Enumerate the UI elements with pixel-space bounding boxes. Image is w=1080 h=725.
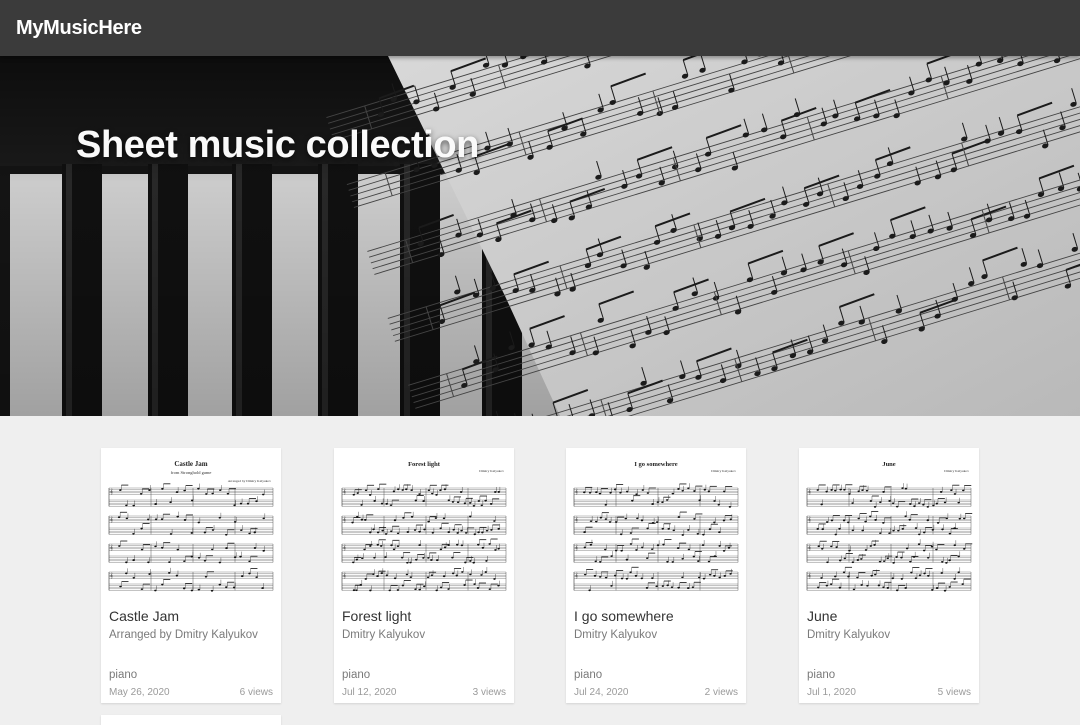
card-title[interactable]: Castle Jam	[109, 608, 179, 624]
card-instrument-tag[interactable]: piano	[109, 669, 137, 681]
svg-text:𝄞: 𝄞	[110, 572, 113, 579]
sheet-title-text: June	[882, 461, 895, 468]
top-app-bar: MyMusicHere	[0, 0, 1080, 56]
svg-text:𝄞: 𝄞	[343, 572, 346, 579]
sheet-title-text: Forest light	[408, 461, 441, 468]
sheet-card-next-row[interactable]	[101, 715, 281, 725]
brand-logo-text[interactable]: MyMusicHere	[16, 17, 142, 40]
sheet-thumbnail[interactable]: Castle Jam from Stronghold game Arranged…	[101, 448, 281, 606]
svg-text:𝄞: 𝄞	[343, 488, 346, 495]
card-date: Jul 1, 2020	[807, 687, 856, 698]
sheet-title-text: Castle Jam	[174, 460, 207, 468]
svg-text:𝄞: 𝄞	[343, 516, 346, 523]
svg-text:𝄞: 𝄞	[575, 544, 578, 551]
card-title[interactable]: I go somewhere	[574, 608, 674, 624]
page-title: Sheet music collection	[76, 124, 479, 167]
card-views: 5 views	[938, 687, 971, 698]
sheet-thumbnail[interactable]: June Dmitry Kalyukov 𝄞 𝄞 𝄞 𝄞	[799, 448, 979, 606]
svg-text:𝄞: 𝄞	[808, 572, 811, 579]
card-title[interactable]: Forest light	[342, 608, 411, 624]
card-title[interactable]: June	[807, 608, 837, 624]
svg-text:𝄞: 𝄞	[575, 572, 578, 579]
sheet-thumbnail[interactable]: Forest light Dmitry Kalyukov 𝄞 𝄞 𝄞 𝄞	[334, 448, 514, 606]
card-views: 2 views	[705, 687, 738, 698]
sheet-card-i-go-somewhere[interactable]: I go somewhere Dmitry Kalyukov 𝄞 𝄞 𝄞 𝄞 I go…	[566, 448, 746, 703]
card-instrument-tag[interactable]: piano	[342, 669, 370, 681]
sheet-subtitle-text: from Stronghold game	[171, 470, 212, 475]
hero-piano-sheet-image	[0, 56, 1080, 416]
svg-text:𝄞: 𝄞	[343, 544, 346, 551]
card-date: Jul 24, 2020	[574, 687, 629, 698]
card-views: 6 views	[240, 687, 273, 698]
svg-text:𝄞: 𝄞	[110, 516, 113, 523]
svg-text:𝄞: 𝄞	[808, 516, 811, 523]
card-instrument-tag[interactable]: piano	[807, 669, 835, 681]
card-author: Arranged by Dmitry Kalyukov	[109, 629, 258, 641]
sheet-card-forest-light[interactable]: Forest light Dmitry Kalyukov 𝄞 𝄞 𝄞 𝄞 Forest…	[334, 448, 514, 703]
card-date: May 26, 2020	[109, 687, 170, 698]
sheet-credit-text: Dmitry Kalyukov	[944, 469, 969, 473]
svg-text:𝄞: 𝄞	[575, 488, 578, 495]
svg-text:𝄞: 𝄞	[808, 544, 811, 551]
sheet-card-june[interactable]: June Dmitry Kalyukov 𝄞 𝄞 𝄞 𝄞 June Dmitry Ka…	[799, 448, 979, 703]
svg-text:𝄞: 𝄞	[808, 488, 811, 495]
sheet-title-text: I go somewhere	[634, 461, 677, 468]
card-instrument-tag[interactable]: piano	[574, 669, 602, 681]
card-author: Dmitry Kalyukov	[342, 629, 425, 641]
sheet-credit-text: Dmitry Kalyukov	[479, 469, 504, 473]
hero-banner: Sheet music collection	[0, 56, 1080, 416]
sheet-card-castle-jam[interactable]: Castle Jam from Stronghold game Arranged…	[101, 448, 281, 703]
svg-text:𝄞: 𝄞	[110, 488, 113, 495]
sheet-credit-text: Arranged by Dmitry Kalyukov	[228, 479, 272, 483]
svg-text:𝄞: 𝄞	[575, 516, 578, 523]
svg-text:𝄞: 𝄞	[110, 544, 113, 551]
card-date: Jul 12, 2020	[342, 687, 397, 698]
sheet-credit-text: Dmitry Kalyukov	[711, 469, 736, 473]
card-views: 3 views	[473, 687, 506, 698]
card-author: Dmitry Kalyukov	[574, 629, 657, 641]
card-author: Dmitry Kalyukov	[807, 629, 890, 641]
sheet-thumbnail[interactable]: I go somewhere Dmitry Kalyukov 𝄞 𝄞 𝄞 𝄞	[566, 448, 746, 606]
